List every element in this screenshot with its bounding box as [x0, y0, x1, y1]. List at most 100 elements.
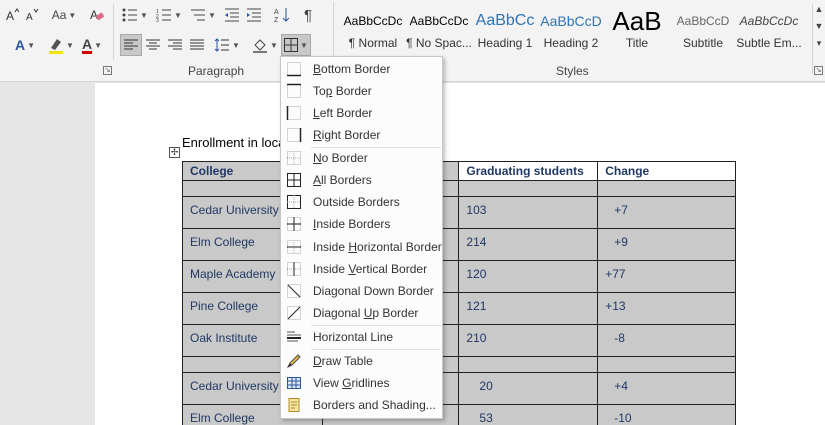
menu-item-borders-and-shading[interactable]: Borders and Shading...: [282, 394, 442, 416]
styles-gallery-scroll[interactable]: ▲ ▼ ▾: [812, 4, 825, 74]
style-subtitle[interactable]: AaBbCcD Subtitle: [670, 4, 736, 56]
change-case-label: Aa: [51, 8, 67, 22]
table-cell[interactable]: 214: [458, 228, 599, 261]
decrease-indent-button[interactable]: [222, 4, 242, 26]
document-paragraph[interactable]: Enrollment in loca: [182, 135, 285, 150]
table-cell[interactable]: +7: [597, 196, 736, 229]
table-header-row: College Graduating students Change: [182, 161, 736, 181]
style-heading-2[interactable]: AaBbCcD Heading 2: [538, 4, 604, 56]
justify-button[interactable]: [186, 34, 208, 56]
diagonal-down-border-icon: [285, 282, 303, 300]
menu-item-label: Inside Vertical Border: [313, 262, 428, 276]
menu-item-inside-horizontal-border[interactable]: Inside Horizontal Border: [282, 236, 442, 258]
table-cell[interactable]: 121: [458, 292, 599, 325]
font-size-decrease-button[interactable]: A: [24, 4, 40, 26]
style-no-spacing[interactable]: AaBbCcDc ¶ No Spac...: [406, 4, 472, 56]
menu-item-no-border[interactable]: No Border: [282, 147, 442, 169]
menu-item-right-border[interactable]: Right Border: [282, 124, 442, 146]
table-cell[interactable]: [458, 356, 599, 373]
menu-item-draw-table[interactable]: Draw Table: [282, 350, 442, 372]
menu-item-inside-vertical-border[interactable]: Inside Vertical Border: [282, 258, 442, 280]
style-subtle-emphasis[interactable]: AaBbCcDc Subtle Em...: [736, 4, 802, 56]
style-title[interactable]: AaB Title: [604, 4, 670, 56]
table-cell[interactable]: 103: [458, 196, 599, 229]
align-center-button[interactable]: [142, 34, 164, 56]
paragraph-group-label: Paragraph: [188, 64, 245, 78]
view-gridlines-icon: [285, 374, 303, 392]
table-cell[interactable]: 120: [458, 260, 599, 293]
style-sample: AaBbCc: [475, 12, 535, 29]
style-name: ¶ Normal: [348, 36, 398, 50]
table-header-cell[interactable]: Graduating students: [458, 161, 599, 181]
line-spacing-icon: [214, 38, 230, 52]
align-right-button[interactable]: [164, 34, 186, 56]
style-heading-1[interactable]: AaBbCc Heading 1: [472, 4, 538, 56]
increase-indent-button[interactable]: [244, 4, 264, 26]
font-size-increase-button[interactable]: A: [4, 4, 20, 26]
menu-item-left-border[interactable]: Left Border: [282, 102, 442, 124]
borders-button[interactable]: ▼: [281, 34, 311, 56]
menu-item-label: Diagonal Up Border: [313, 306, 419, 320]
more-styles-icon[interactable]: ▾: [813, 38, 825, 55]
table-move-handle-icon[interactable]: ✢: [169, 147, 180, 158]
menu-item-top-border[interactable]: Top Border: [282, 80, 442, 102]
inside-vertical-border-icon: [285, 260, 303, 278]
table-cell[interactable]: 210: [458, 324, 599, 357]
chevron-down-icon: ▼: [27, 40, 36, 50]
menu-item-label: Top Border: [313, 84, 372, 98]
numbering-button[interactable]: 1 2 3 ▼: [154, 4, 184, 26]
shading-button[interactable]: ▼: [250, 34, 280, 56]
menu-item-bottom-border[interactable]: Bottom Border: [282, 58, 442, 80]
table-cell[interactable]: [458, 180, 599, 197]
svg-text:Z: Z: [274, 17, 279, 23]
multilevel-list-button[interactable]: ▼: [188, 4, 218, 26]
menu-item-diagonal-down-border[interactable]: Diagonal Down Border: [282, 280, 442, 302]
line-spacing-button[interactable]: ▼: [212, 34, 242, 56]
table-cell[interactable]: [597, 180, 736, 197]
font-dialog-launcher[interactable]: ↘: [103, 66, 112, 75]
align-left-button[interactable]: [120, 34, 142, 56]
text-effects-button[interactable]: A ▼: [8, 34, 42, 56]
table-cell[interactable]: -8: [597, 324, 736, 357]
svg-text:A: A: [26, 12, 33, 22]
menu-item-all-borders[interactable]: All Borders: [282, 169, 442, 191]
table-cell[interactable]: +9: [597, 228, 736, 261]
highlighter-icon: [49, 39, 64, 54]
table-cell[interactable]: 53: [458, 404, 599, 425]
svg-text:A: A: [90, 8, 98, 22]
table-cell[interactable]: -10: [597, 404, 736, 425]
menu-item-inside-borders[interactable]: Inside Borders: [282, 213, 442, 235]
chevron-down-icon: ▼: [66, 40, 74, 50]
sort-button[interactable]: AZ: [272, 4, 292, 26]
font-shrink-icon: A: [26, 8, 39, 22]
menu-item-view-gridlines[interactable]: View Gridlines: [282, 372, 442, 394]
table-row: Cedar University 20 +4: [182, 372, 736, 405]
table-cell[interactable]: +77: [597, 260, 736, 293]
change-case-button[interactable]: Aa ▼: [48, 4, 80, 26]
ribbon-separator: [113, 4, 114, 60]
menu-item-horizontal-line[interactable]: Horizontal Line: [282, 326, 442, 348]
highlight-color-button[interactable]: ▼: [46, 34, 76, 56]
increase-indent-icon: [247, 8, 261, 22]
menu-item-outside-borders[interactable]: Outside Borders: [282, 191, 442, 213]
table-cell[interactable]: 20: [458, 372, 599, 405]
table-cell[interactable]: +13: [597, 292, 736, 325]
table-header-cell[interactable]: Change: [597, 161, 736, 181]
menu-item-label: Draw Table: [313, 354, 373, 368]
chevron-up-icon[interactable]: ▲: [813, 4, 825, 21]
table-cell[interactable]: +4: [597, 372, 736, 405]
chevron-down-icon: ▼: [232, 40, 240, 50]
table-cell[interactable]: [597, 356, 736, 373]
bullets-button[interactable]: ▼: [120, 4, 150, 26]
top-border-icon: [285, 82, 303, 100]
style-normal[interactable]: AaBbCcDc ¶ Normal: [340, 4, 406, 56]
show-formatting-button[interactable]: ¶: [298, 4, 318, 26]
bullet-list-icon: [122, 8, 138, 22]
data-table[interactable]: College Graduating students Change Cedar…: [182, 161, 736, 425]
chevron-down-icon[interactable]: ▼: [813, 21, 825, 38]
font-color-button[interactable]: A ▼: [78, 34, 106, 56]
clear-formatting-button[interactable]: A: [88, 4, 106, 26]
menu-item-diagonal-up-border[interactable]: Diagonal Up Border: [282, 302, 442, 324]
styles-dialog-launcher[interactable]: ↘: [814, 66, 823, 75]
font-color-label: A: [81, 35, 93, 54]
